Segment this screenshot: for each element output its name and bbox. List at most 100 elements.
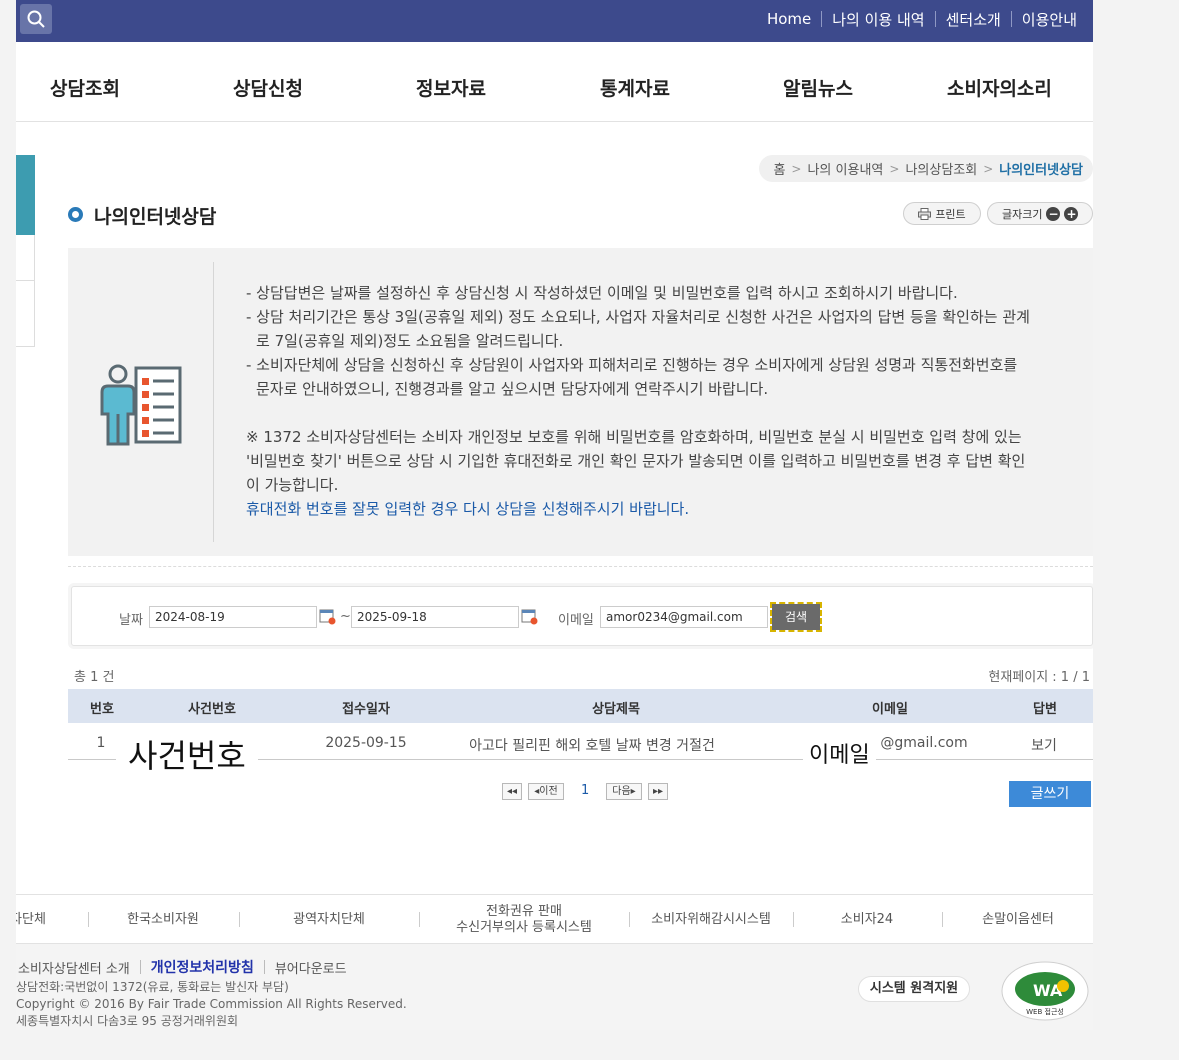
first-page-button[interactable]: ◂◂: [502, 783, 522, 800]
chevron-right-icon: >: [889, 161, 900, 176]
nav-item-stats[interactable]: 통계자료: [600, 74, 670, 101]
footer-privacy-link[interactable]: 개인정보처리방침: [151, 957, 254, 977]
page: Home 나의 이용 내역 센터소개 이용안내 상담조회 상담신청 정보자료 통…: [16, 0, 1093, 1030]
divider: [629, 912, 630, 927]
divider: [263, 960, 265, 974]
nav-item-news[interactable]: 알림뉴스: [783, 74, 853, 101]
prev-page-button[interactable]: ◂이전: [528, 783, 564, 800]
notice-line: - 상담답변은 날짜를 설정하신 후 상담신청 시 작성하셨던 이메일 및 비밀…: [246, 284, 958, 302]
date-label: 날짜: [119, 613, 143, 628]
col-header-no: 번호: [90, 702, 114, 717]
footer: 소비자상담센터 소개 개인정보처리방침 뷰어다운로드 상담전화:국번없이 137…: [16, 944, 1093, 1030]
notice-line: - 소비자단체에 상담을 신청하신 후 상담원이 사업자와 피해처리로 진행하는…: [246, 356, 1018, 374]
breadcrumb: 홈 > 나의 이용내역 > 나의상담조회 > 나의인터넷상담: [759, 155, 1093, 182]
consultant-document-icon: [100, 364, 182, 446]
footer-bottom-links: 소비자상담센터 소개 개인정보처리방침 뷰어다운로드: [16, 957, 347, 977]
search-icon[interactable]: [20, 4, 52, 34]
search-panel: 날짜 ~ 이메일 검색: [71, 586, 1093, 646]
divider: [16, 280, 35, 281]
notice-note: ※ 1372 소비자상담센터는 소비자 개인정보 보호를 위해 비밀번호를 암호…: [246, 428, 1022, 446]
nav-item-consult-lookup[interactable]: 상담조회: [50, 74, 120, 101]
breadcrumb-level1[interactable]: 나의 이용내역: [807, 159, 883, 178]
breadcrumb-home[interactable]: 홈: [773, 159, 785, 178]
calendar-icon[interactable]: [521, 608, 538, 625]
footer-link-hazard-system[interactable]: 소비자위해감시시스템: [651, 912, 771, 928]
divider: [68, 566, 1093, 567]
sidebar-items[interactable]: [16, 235, 35, 347]
font-size-control: 글자크기 − +: [987, 202, 1093, 225]
date-from-input[interactable]: [149, 606, 317, 628]
divider: [213, 262, 214, 542]
cell-answer-link[interactable]: 보기: [1031, 735, 1057, 755]
last-page-button[interactable]: ▸▸: [648, 783, 668, 800]
top-link-home[interactable]: Home: [757, 10, 821, 28]
nav-item-info[interactable]: 정보자료: [416, 74, 486, 101]
footer-link-consumer24[interactable]: 소비자24: [841, 912, 893, 928]
email-input[interactable]: [600, 606, 768, 628]
page-margin: [1093, 0, 1179, 1060]
nav-item-voice[interactable]: 소비자의소리: [947, 74, 1052, 101]
cell-no: 1: [96, 735, 106, 751]
font-decrease-button[interactable]: −: [1046, 206, 1061, 221]
top-link-center-intro[interactable]: 센터소개: [936, 9, 1011, 30]
font-increase-button[interactable]: +: [1064, 206, 1079, 221]
page-info: 현재페이지 : 1 / 1: [988, 670, 1090, 685]
footer-link-call-refusal-line2: 수신거부의사 등록시스템: [456, 920, 592, 935]
search-button[interactable]: 검색: [770, 602, 822, 632]
breadcrumb-current: 나의인터넷상담: [999, 163, 1083, 178]
footer-address: 세종특별자치시 다솜3로 95 공정거래위원회: [16, 1014, 239, 1028]
col-header-date: 접수일자: [342, 702, 390, 717]
cell-date: 2025-09-15: [325, 735, 407, 751]
notice-text: - 상담답변은 날짜를 설정하신 후 상담신청 시 작성하셨던 이메일 및 비밀…: [246, 281, 1076, 521]
case-no-redaction-label: 사건번호: [116, 736, 258, 776]
col-header-email: 이메일: [872, 702, 908, 717]
notice-note: 이 가능합니다.: [246, 476, 339, 494]
top-links: Home 나의 이용 내역 센터소개 이용안내: [757, 0, 1087, 38]
top-link-guide[interactable]: 이용안내: [1012, 9, 1087, 30]
print-button[interactable]: 프린트: [903, 202, 981, 225]
footer-info: 상담전화:국번없이 1372(유료, 통화료는 발신자 부담) Copyrigh…: [16, 979, 407, 1030]
breadcrumb-level2[interactable]: 나의상담조회: [905, 159, 977, 178]
sidebar-active-item[interactable]: [16, 155, 35, 235]
top-link-my-history[interactable]: 나의 이용 내역: [822, 9, 934, 30]
cell-email: @gmail.com: [880, 735, 968, 751]
date-range-separator: ~: [340, 609, 351, 624]
print-label: 프린트: [935, 207, 966, 221]
notice-note-highlight: 휴대전화 번호를 잘못 입력한 경우 다시 상담을 신청해주시기 바랍니다.: [246, 500, 690, 518]
divider: [139, 960, 141, 974]
notice-note: '비밀번호 찾기' 버튼으로 상담 시 기입한 휴대전화로 개인 확인 문자가 …: [246, 452, 1026, 470]
footer-link-consumer-groups[interactable]: 자단체: [16, 912, 46, 928]
web-accessibility-logo: WA WEB 접근성: [1001, 961, 1089, 1021]
notice-line: 문자로 안내하였으니, 진행경과를 알고 싶으시면 담당자에게 연락주시기 바랍…: [256, 380, 769, 398]
calendar-icon[interactable]: [319, 608, 336, 625]
page-number-current[interactable]: 1: [581, 783, 589, 798]
printer-icon: [918, 207, 932, 220]
page-title: 나의인터넷상담: [94, 206, 217, 228]
divider: [793, 912, 794, 927]
main-nav: 상담조회 상담신청 정보자료 통계자료 알림뉴스 소비자의소리: [16, 42, 1093, 122]
next-page-button[interactable]: 다음▸: [606, 783, 642, 800]
footer-link-kca[interactable]: 한국소비자원: [127, 912, 199, 928]
result-count: 총 1 건: [74, 670, 115, 685]
footer-link-local-gov[interactable]: 광역자치단체: [293, 912, 365, 928]
font-size-label: 글자크기: [1002, 207, 1043, 221]
divider: [239, 912, 240, 927]
notice-line: 로 7일(공휴일 제외)정도 소요됨을 알려드립니다.: [256, 332, 564, 350]
chevron-right-icon: >: [983, 161, 994, 176]
cell-subject[interactable]: 아고다 필리핀 해외 호텔 날짜 변경 거절건: [469, 735, 715, 755]
remote-support-button[interactable]: 시스템 원격지원: [858, 976, 970, 1002]
footer-link-call-refusal[interactable]: 전화권유 판매 수신거부의사 등록시스템: [456, 904, 592, 936]
divider: [942, 912, 943, 927]
footer-link-call-refusal-line1: 전화권유 판매: [486, 904, 562, 919]
footer-viewer-link[interactable]: 뷰어다운로드: [275, 958, 347, 977]
nav-item-consult-apply[interactable]: 상담신청: [233, 74, 303, 101]
footer-about-link[interactable]: 소비자상담센터 소개: [18, 958, 130, 977]
footer-copyright: Copyright © 2016 By Fair Trade Commissio…: [16, 997, 407, 1011]
wa-subtext: WEB 접근성: [1026, 1007, 1064, 1016]
date-to-input[interactable]: [351, 606, 519, 628]
footer-link-relay-center[interactable]: 손말이음센터: [982, 912, 1054, 928]
col-header-subject: 상담제목: [592, 702, 640, 717]
write-button[interactable]: 글쓰기: [1009, 781, 1091, 807]
table-header: 번호 사건번호 접수일자 상담제목 이메일 답변: [68, 689, 1093, 723]
